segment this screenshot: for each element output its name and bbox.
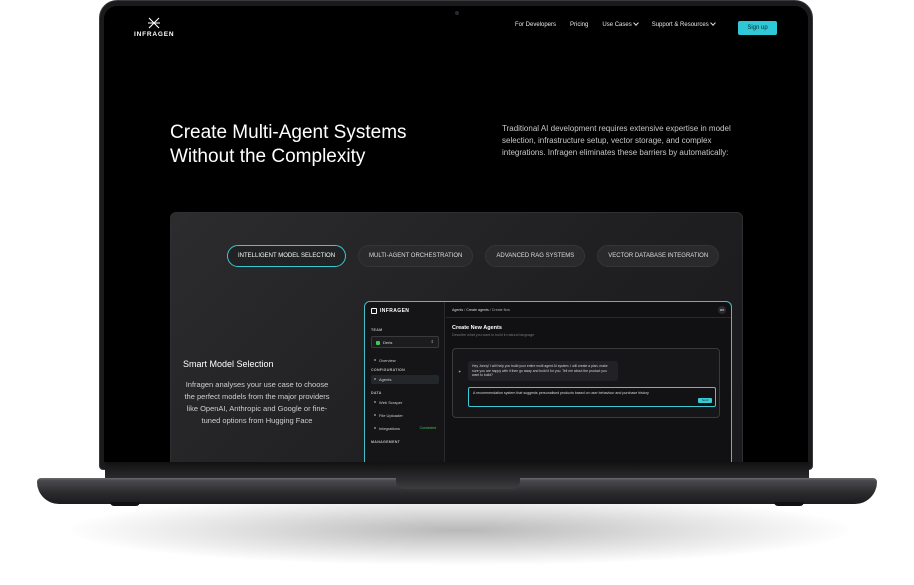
- navbar: INFRAGEN For Developers Pricing Use Case…: [104, 6, 808, 54]
- nav-links: For Developers Pricing Use Cases Support…: [515, 20, 716, 28]
- laptop-foot-right: [774, 502, 804, 506]
- infragen-logo-icon: [148, 17, 160, 29]
- sidebar-heading-team: TEAM: [371, 328, 383, 332]
- sidebar-item-label: Agents: [379, 377, 392, 382]
- tab-intelligent-model-selection[interactable]: INTELLIGENT MODEL SELECTION: [227, 245, 347, 267]
- send-button[interactable]: Send: [698, 398, 712, 403]
- signup-button[interactable]: Sign up: [738, 21, 777, 35]
- sidebar-heading-data: DATA: [371, 391, 382, 395]
- app-sidebar: INFRAGEN TEAM Deris ⇕ Overview CONFIGURA…: [365, 302, 445, 462]
- bot-icon: ✶: [458, 369, 462, 374]
- brand-name: INFRAGEN: [134, 31, 175, 38]
- app-main: Agents / Create agents / Create flow MB …: [446, 302, 731, 462]
- tab-vector-database-integration[interactable]: VECTOR DATABASE INTEGRATION: [597, 245, 720, 267]
- breadcrumb-agents[interactable]: Agents: [452, 308, 463, 312]
- laptop-foot-left: [110, 502, 140, 506]
- divider: [446, 317, 731, 318]
- tab-advanced-rag-systems[interactable]: ADVANCED RAG SYSTEMS: [485, 245, 586, 267]
- hero-title-line-2: Without the Complexity: [170, 146, 366, 167]
- chevron-down-icon: [709, 20, 716, 26]
- updown-chevron-icon: ⇕: [430, 339, 434, 344]
- sidebar-item-label: Overview: [379, 358, 396, 363]
- status-badge: Connected: [419, 426, 436, 430]
- sidebar-item-label: Web Scraper: [379, 400, 403, 405]
- laptop-screen: INFRAGEN For Developers Pricing Use Case…: [104, 6, 808, 462]
- breadcrumb-create-agents[interactable]: Create agents: [466, 308, 489, 312]
- feature-showcase: INTELLIGENT MODEL SELECTION MULTI-AGENT …: [170, 212, 743, 462]
- avatar[interactable]: MB: [718, 306, 726, 314]
- app-brand-name: INFRAGEN: [380, 308, 410, 314]
- bullet-icon: [374, 401, 376, 403]
- feature-description: Infragen analyses your use case to choos…: [184, 380, 330, 425]
- nav-link-support-label: Support & Resources: [651, 22, 709, 28]
- sidebar-heading-configuration: CONFIGURATION: [371, 368, 405, 372]
- prompt-input-value: A recommendation system that suggests pe…: [473, 391, 649, 395]
- hero-description: Traditional AI development requires exte…: [502, 124, 731, 157]
- tab-multi-agent-orchestration[interactable]: MULTI-AGENT ORCHESTRATION: [358, 245, 474, 267]
- team-color-icon: [376, 340, 380, 345]
- laptop-hinge: [105, 462, 809, 478]
- page-subtitle: Describe what you want to build in natur…: [452, 333, 535, 337]
- sidebar-item-label: Integrations: [379, 426, 400, 431]
- sidebar-item-label: File Uploader: [379, 413, 403, 418]
- laptop-mockup: INFRAGEN For Developers Pricing Use Case…: [0, 0, 914, 585]
- nav-link-for-developers[interactable]: For Developers: [515, 22, 556, 28]
- feature-title: Smart Model Selection: [183, 359, 274, 369]
- bot-message: Hey Jonny! I will help you build your en…: [468, 361, 618, 381]
- app-preview: INFRAGEN TEAM Deris ⇕ Overview CONFIGURA…: [364, 301, 732, 462]
- nav-link-support-resources[interactable]: Support & Resources: [651, 20, 716, 28]
- hero-title-line-1: Create Multi-Agent Systems: [170, 122, 407, 143]
- bullet-icon: [374, 427, 376, 429]
- hero-title: Create Multi-Agent Systems Without the C…: [170, 121, 490, 169]
- sidebar-item-web-scraper[interactable]: Web Scraper: [371, 398, 439, 407]
- chevron-down-icon: [632, 20, 639, 26]
- nav-link-use-cases-label: Use Cases: [602, 22, 632, 28]
- brand-logo[interactable]: INFRAGEN: [134, 16, 174, 38]
- team-name: Deris: [383, 340, 393, 345]
- bullet-icon: [374, 359, 376, 361]
- sidebar-item-overview[interactable]: Overview: [371, 356, 439, 365]
- breadcrumb: Agents / Create agents / Create flow: [452, 308, 510, 312]
- sidebar-item-integrations[interactable]: Integrations Connected: [371, 424, 439, 433]
- prompt-input[interactable]: A recommendation system that suggests pe…: [468, 387, 716, 407]
- page-title: Create New Agents: [452, 325, 502, 331]
- bullet-icon: [374, 414, 376, 416]
- sidebar-item-file-uploader[interactable]: File Uploader: [371, 411, 439, 420]
- laptop-base-notch: [396, 478, 520, 489]
- app-brand: INFRAGEN: [371, 308, 409, 314]
- feature-tabs: INTELLIGENT MODEL SELECTION MULTI-AGENT …: [227, 245, 720, 267]
- team-select[interactable]: Deris ⇕: [371, 336, 439, 348]
- nav-link-pricing[interactable]: Pricing: [570, 22, 588, 28]
- chat-panel: ✶ Hey Jonny! I will help you build your …: [452, 348, 720, 418]
- nav-link-use-cases[interactable]: Use Cases: [602, 20, 639, 28]
- sidebar-item-agents[interactable]: Agents: [371, 375, 439, 384]
- sidebar-heading-management: MANAGEMENT: [371, 440, 401, 444]
- infragen-logo-icon: [371, 308, 377, 314]
- breadcrumb-current: Create flow: [491, 308, 510, 312]
- laptop-shadow: [70, 495, 850, 565]
- bullet-icon: [374, 378, 376, 380]
